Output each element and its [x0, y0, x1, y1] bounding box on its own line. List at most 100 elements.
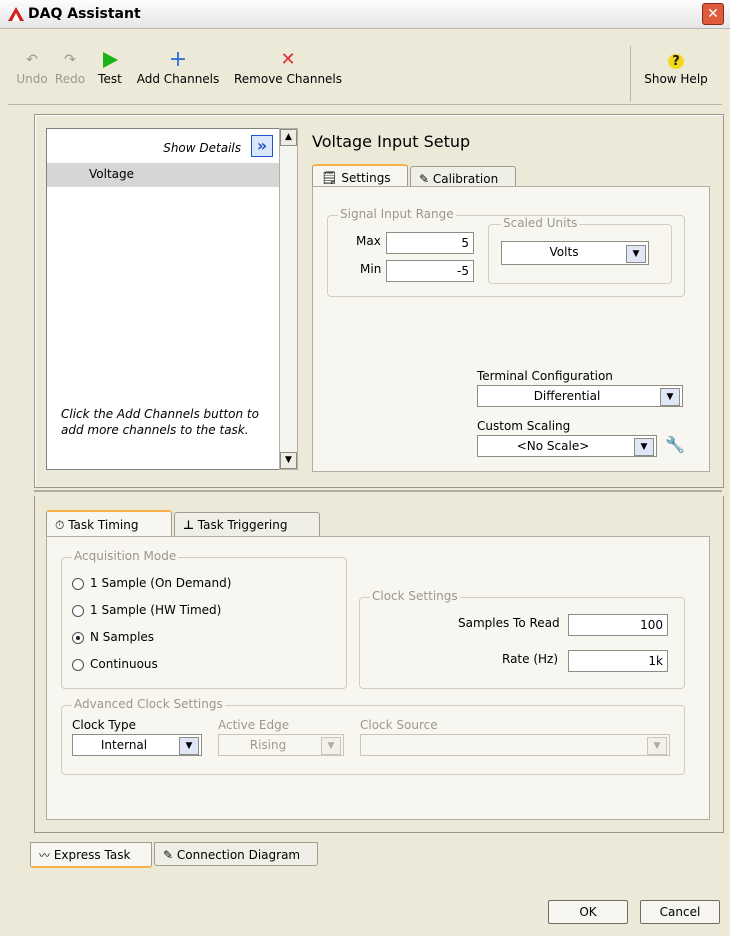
undo-button[interactable]: ↶ Undo: [14, 48, 50, 102]
radio-label: 1 Sample (HW Timed): [90, 603, 222, 617]
tab-task-timing[interactable]: ⏱ Task Timing: [46, 510, 172, 537]
radio-label: 1 Sample (On Demand): [90, 576, 232, 590]
tab-express-task-label: Express Task: [53, 848, 131, 862]
custom-scaling-value: <No Scale>: [516, 439, 590, 453]
clock-type-select[interactable]: Internal ▼: [72, 734, 202, 756]
radio-button-selected[interactable]: [72, 632, 84, 644]
tab-task-triggering[interactable]: ⊥ Task Triggering: [174, 512, 320, 536]
test-label: Test: [98, 72, 122, 86]
scroll-up-icon[interactable]: ▲: [280, 129, 297, 146]
active-edge-label: Active Edge: [218, 718, 290, 732]
cancel-button[interactable]: Cancel: [640, 900, 720, 924]
clock-settings-label: Clock Settings: [370, 589, 460, 603]
chevron-down-icon[interactable]: ▼: [179, 737, 199, 755]
min-field[interactable]: -5: [386, 260, 474, 282]
redo-label: Redo: [54, 72, 86, 86]
add-channels-label: Add Channels: [136, 72, 220, 86]
scaled-units-value: Volts: [549, 245, 579, 259]
tab-settings[interactable]: 🗒 Settings: [312, 164, 408, 188]
remove-x-icon: ✕: [280, 49, 296, 70]
settings-icon: 🗒: [321, 171, 338, 186]
rate-field[interactable]: 1k: [568, 650, 668, 672]
panel-splitter[interactable]: [34, 490, 722, 492]
channel-list[interactable]: Show Details » Voltage Click the Add Cha…: [46, 128, 280, 470]
clock-source-label: Clock Source: [360, 718, 438, 732]
chevron-down-icon[interactable]: ▼: [660, 388, 680, 406]
scaled-units-label: Scaled Units: [501, 216, 580, 230]
close-button[interactable]: ✕: [702, 3, 724, 25]
chevron-down-icon[interactable]: ▼: [634, 438, 654, 456]
tab-calibration[interactable]: ✎ Calibration: [410, 166, 516, 188]
advanced-clock-label: Advanced Clock Settings: [72, 697, 225, 711]
channel-list-scrollbar[interactable]: ▲ ▼: [279, 128, 298, 470]
toolbar-separator: [630, 46, 631, 102]
chevron-down-icon[interactable]: ▼: [626, 245, 646, 263]
trigger-icon: ⊥: [183, 518, 194, 532]
tab-connection-diagram-label: Connection Diagram: [176, 848, 301, 862]
ok-button[interactable]: OK: [548, 900, 628, 924]
chevron-down-icon: ▼: [321, 737, 341, 755]
app-logo-icon: [8, 7, 24, 24]
add-channels-button[interactable]: + Add Channels: [132, 48, 224, 102]
play-icon: [90, 48, 130, 72]
calibration-icon: ✎: [419, 172, 430, 186]
show-help-label: Show Help: [644, 72, 708, 86]
test-button[interactable]: Test: [90, 48, 130, 102]
acquisition-mode-label: Acquisition Mode: [72, 549, 179, 563]
scroll-down-icon[interactable]: ▼: [280, 452, 297, 469]
setup-title: Voltage Input Setup: [312, 132, 471, 151]
rate-label: Rate (Hz): [502, 652, 559, 666]
chevron-down-icon: ▼: [647, 737, 667, 755]
terminal-config-select[interactable]: Differential ▼: [477, 385, 683, 407]
tab-express-task[interactable]: 〰 Express Task: [30, 842, 152, 868]
min-label: Min: [360, 262, 382, 276]
toolbar: ↶ Undo ↷ Redo Test + Add Channels ✕ Remo…: [8, 44, 722, 105]
samples-to-read-field[interactable]: 100: [568, 614, 668, 636]
clock-icon: ⏱: [55, 518, 65, 532]
samples-to-read-label: Samples To Read: [458, 616, 560, 630]
task-timing-panel: Acquisition Mode 1 Sample (On Demand) 1 …: [46, 536, 710, 820]
plus-icon: +: [168, 47, 188, 72]
list-item[interactable]: Voltage: [47, 163, 279, 187]
remove-channels-label: Remove Channels: [233, 72, 343, 86]
settings-panel: Signal Input Range Max 5 Min -5 Scaled U…: [312, 186, 710, 472]
radio-button[interactable]: [72, 659, 84, 671]
channel-hint-line1: Click the Add Channels button to: [61, 407, 259, 421]
radio-label: Continuous: [90, 657, 158, 671]
show-details-button[interactable]: »: [251, 135, 273, 157]
tab-connection-diagram[interactable]: ✎ Connection Diagram: [154, 842, 318, 866]
advanced-clock-group: Advanced Clock Settings Clock Type Inter…: [61, 697, 685, 775]
channel-name: Voltage: [89, 167, 135, 181]
title-bar: DAQ Assistant ✕: [0, 0, 730, 29]
redo-button[interactable]: ↷ Redo: [52, 48, 88, 102]
radio-button[interactable]: [72, 578, 84, 590]
signal-input-range-label: Signal Input Range: [338, 207, 456, 221]
redo-icon: ↷: [64, 52, 76, 68]
clock-settings-group: Clock Settings Samples To Read 100 Rate …: [359, 589, 685, 689]
signal-input-range-group: Signal Input Range Max 5 Min -5 Scaled U…: [327, 207, 685, 297]
acquisition-mode-group: Acquisition Mode 1 Sample (On Demand) 1 …: [61, 549, 347, 689]
wrench-icon[interactable]: 🔧: [665, 435, 685, 454]
active-edge-select: Rising ▼: [218, 734, 344, 756]
express-task-icon: 〰: [39, 849, 50, 862]
active-edge-value: Rising: [249, 738, 287, 752]
radio-label: N Samples: [90, 630, 155, 644]
clock-type-value: Internal: [100, 738, 148, 752]
tab-task-timing-label: Task Timing: [68, 518, 139, 532]
scaled-units-select[interactable]: Volts ▼: [501, 241, 649, 265]
show-help-button[interactable]: ? Show Help: [636, 48, 716, 102]
scaled-units-group: Scaled Units Volts ▼: [488, 216, 672, 284]
remove-channels-button[interactable]: ✕ Remove Channels: [228, 48, 348, 102]
max-label: Max: [356, 234, 381, 248]
custom-scaling-select[interactable]: <No Scale> ▼: [477, 435, 657, 457]
radio-button[interactable]: [72, 605, 84, 617]
clock-source-select: ▼: [360, 734, 670, 756]
tab-calibration-label: Calibration: [432, 172, 499, 186]
diagram-icon: ✎: [163, 848, 174, 862]
max-field[interactable]: 5: [386, 232, 474, 254]
channel-hint-line2: add more channels to the task.: [61, 423, 249, 437]
tab-settings-label: Settings: [341, 171, 391, 185]
clock-type-label: Clock Type: [72, 718, 136, 732]
show-details-label: Show Details: [163, 141, 241, 155]
window-title: DAQ Assistant: [28, 6, 141, 22]
